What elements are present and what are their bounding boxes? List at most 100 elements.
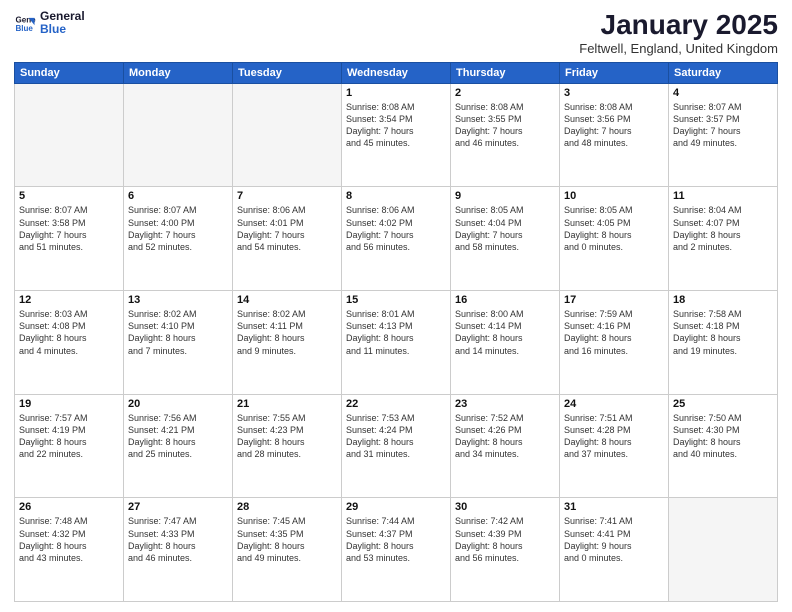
day-info: Sunrise: 8:02 AM Sunset: 4:10 PM Dayligh… xyxy=(128,308,228,357)
calendar-table: SundayMondayTuesdayWednesdayThursdayFrid… xyxy=(14,62,778,602)
weekday-header-wednesday: Wednesday xyxy=(342,62,451,83)
day-number: 15 xyxy=(346,294,446,306)
day-number: 24 xyxy=(564,398,664,410)
weekday-header-saturday: Saturday xyxy=(669,62,778,83)
day-cell: 11Sunrise: 8:04 AM Sunset: 4:07 PM Dayli… xyxy=(669,187,778,291)
day-number: 12 xyxy=(19,294,119,306)
day-cell: 20 Sunrise: 7:56 AM Sunset: 4:21 PM Dayli… xyxy=(124,394,233,498)
day-number: 8 xyxy=(346,190,446,202)
day-number: 31 xyxy=(564,501,664,513)
day-cell: 7 Sunrise: 8:06 AM Sunset: 4:01 PM Daylig… xyxy=(233,187,342,291)
day-cell: 30 Sunrise: 7:42 AM Sunset: 4:39 PM Dayli… xyxy=(451,498,560,602)
week-row-3: 19Sunrise: 7:57 AM Sunset: 4:19 PM Dayli… xyxy=(15,394,778,498)
weekday-header-monday: Monday xyxy=(124,62,233,83)
day-number: 25 xyxy=(673,398,773,410)
week-row-1: 5 Sunrise: 8:07 AM Sunset: 3:58 PM Daylig… xyxy=(15,187,778,291)
day-number: 16 xyxy=(455,294,555,306)
day-info: Sunrise: 7:56 AM Sunset: 4:21 PM Dayligh… xyxy=(128,412,228,461)
day-info: Sunrise: 7:42 AM Sunset: 4:39 PM Dayligh… xyxy=(455,515,555,564)
day-cell: 9Sunrise: 8:05 AM Sunset: 4:04 PM Daylig… xyxy=(451,187,560,291)
day-info: Sunrise: 8:08 AM Sunset: 3:56 PM Dayligh… xyxy=(564,101,664,150)
day-cell: 4Sunrise: 8:07 AM Sunset: 3:57 PM Daylig… xyxy=(669,83,778,187)
day-number: 4 xyxy=(673,87,773,99)
day-cell: 16 Sunrise: 8:00 AM Sunset: 4:14 PM Dayli… xyxy=(451,291,560,395)
day-info: Sunrise: 8:08 AM Sunset: 3:54 PM Dayligh… xyxy=(346,101,446,150)
day-cell: 28 Sunrise: 7:45 AM Sunset: 4:35 PM Dayli… xyxy=(233,498,342,602)
day-info: Sunrise: 7:51 AM Sunset: 4:28 PM Dayligh… xyxy=(564,412,664,461)
day-cell xyxy=(15,83,124,187)
day-cell: 15Sunrise: 8:01 AM Sunset: 4:13 PM Dayli… xyxy=(342,291,451,395)
weekday-header-friday: Friday xyxy=(560,62,669,83)
weekday-header-thursday: Thursday xyxy=(451,62,560,83)
day-cell: 3 Sunrise: 8:08 AM Sunset: 3:56 PM Daylig… xyxy=(560,83,669,187)
day-number: 18 xyxy=(673,294,773,306)
day-cell: 10Sunrise: 8:05 AM Sunset: 4:05 PM Dayli… xyxy=(560,187,669,291)
day-info: Sunrise: 7:45 AM Sunset: 4:35 PM Dayligh… xyxy=(237,515,337,564)
day-number: 13 xyxy=(128,294,228,306)
weekday-header-tuesday: Tuesday xyxy=(233,62,342,83)
day-cell: 23Sunrise: 7:52 AM Sunset: 4:26 PM Dayli… xyxy=(451,394,560,498)
day-number: 1 xyxy=(346,87,446,99)
day-info: Sunrise: 7:59 AM Sunset: 4:16 PM Dayligh… xyxy=(564,308,664,357)
day-number: 20 xyxy=(128,398,228,410)
day-cell: 8 Sunrise: 8:06 AM Sunset: 4:02 PM Daylig… xyxy=(342,187,451,291)
day-number: 30 xyxy=(455,501,555,513)
day-cell: 29 Sunrise: 7:44 AM Sunset: 4:37 PM Dayli… xyxy=(342,498,451,602)
day-info: Sunrise: 7:58 AM Sunset: 4:18 PM Dayligh… xyxy=(673,308,773,357)
day-info: Sunrise: 7:44 AM Sunset: 4:37 PM Dayligh… xyxy=(346,515,446,564)
day-cell: 24 Sunrise: 7:51 AM Sunset: 4:28 PM Dayli… xyxy=(560,394,669,498)
day-cell: 14Sunrise: 8:02 AM Sunset: 4:11 PM Dayli… xyxy=(233,291,342,395)
day-cell: 21 Sunrise: 7:55 AM Sunset: 4:23 PM Dayli… xyxy=(233,394,342,498)
day-info: Sunrise: 8:02 AM Sunset: 4:11 PM Dayligh… xyxy=(237,308,337,357)
day-number: 5 xyxy=(19,190,119,202)
day-cell: 2Sunrise: 8:08 AM Sunset: 3:55 PM Daylig… xyxy=(451,83,560,187)
day-number: 19 xyxy=(19,398,119,410)
day-info: Sunrise: 8:06 AM Sunset: 4:01 PM Dayligh… xyxy=(237,204,337,253)
day-number: 7 xyxy=(237,190,337,202)
day-cell: 13 Sunrise: 8:02 AM Sunset: 4:10 PM Dayli… xyxy=(124,291,233,395)
day-cell xyxy=(669,498,778,602)
day-info: Sunrise: 7:52 AM Sunset: 4:26 PM Dayligh… xyxy=(455,412,555,461)
day-cell: 1 Sunrise: 8:08 AM Sunset: 3:54 PM Daylig… xyxy=(342,83,451,187)
weekday-header-sunday: Sunday xyxy=(15,62,124,83)
week-row-2: 12 Sunrise: 8:03 AM Sunset: 4:08 PM Dayli… xyxy=(15,291,778,395)
month-title: January 2025 xyxy=(579,10,778,41)
day-info: Sunrise: 8:06 AM Sunset: 4:02 PM Dayligh… xyxy=(346,204,446,253)
day-info: Sunrise: 8:07 AM Sunset: 3:58 PM Dayligh… xyxy=(19,204,119,253)
day-info: Sunrise: 7:47 AM Sunset: 4:33 PM Dayligh… xyxy=(128,515,228,564)
day-cell: 12 Sunrise: 8:03 AM Sunset: 4:08 PM Dayli… xyxy=(15,291,124,395)
day-info: Sunrise: 8:07 AM Sunset: 4:00 PM Dayligh… xyxy=(128,204,228,253)
logo-icon: General Blue xyxy=(14,12,36,34)
day-cell: 17 Sunrise: 7:59 AM Sunset: 4:16 PM Dayli… xyxy=(560,291,669,395)
day-cell xyxy=(124,83,233,187)
logo: General Blue General Blue xyxy=(14,10,85,36)
day-cell: 6Sunrise: 8:07 AM Sunset: 4:00 PM Daylig… xyxy=(124,187,233,291)
day-info: Sunrise: 8:03 AM Sunset: 4:08 PM Dayligh… xyxy=(19,308,119,357)
day-info: Sunrise: 8:05 AM Sunset: 4:05 PM Dayligh… xyxy=(564,204,664,253)
svg-text:Blue: Blue xyxy=(15,24,33,33)
day-number: 3 xyxy=(564,87,664,99)
day-cell: 18 Sunrise: 7:58 AM Sunset: 4:18 PM Dayli… xyxy=(669,291,778,395)
day-info: Sunrise: 7:53 AM Sunset: 4:24 PM Dayligh… xyxy=(346,412,446,461)
day-cell: 27 Sunrise: 7:47 AM Sunset: 4:33 PM Dayli… xyxy=(124,498,233,602)
day-number: 28 xyxy=(237,501,337,513)
day-info: Sunrise: 7:55 AM Sunset: 4:23 PM Dayligh… xyxy=(237,412,337,461)
day-info: Sunrise: 8:08 AM Sunset: 3:55 PM Dayligh… xyxy=(455,101,555,150)
day-number: 27 xyxy=(128,501,228,513)
day-info: Sunrise: 7:41 AM Sunset: 4:41 PM Dayligh… xyxy=(564,515,664,564)
day-info: Sunrise: 8:00 AM Sunset: 4:14 PM Dayligh… xyxy=(455,308,555,357)
day-number: 17 xyxy=(564,294,664,306)
day-cell xyxy=(233,83,342,187)
day-number: 22 xyxy=(346,398,446,410)
location: Feltwell, England, United Kingdom xyxy=(579,41,778,56)
day-cell: 5 Sunrise: 8:07 AM Sunset: 3:58 PM Daylig… xyxy=(15,187,124,291)
title-block: January 2025 Feltwell, England, United K… xyxy=(579,10,778,56)
day-cell: 22 Sunrise: 7:53 AM Sunset: 4:24 PM Dayli… xyxy=(342,394,451,498)
header: General Blue General Blue January 2025 F… xyxy=(14,10,778,56)
day-info: Sunrise: 8:05 AM Sunset: 4:04 PM Dayligh… xyxy=(455,204,555,253)
page: General Blue General Blue January 2025 F… xyxy=(0,0,792,612)
logo-blue: Blue xyxy=(40,23,85,36)
day-number: 26 xyxy=(19,501,119,513)
day-number: 21 xyxy=(237,398,337,410)
day-number: 29 xyxy=(346,501,446,513)
